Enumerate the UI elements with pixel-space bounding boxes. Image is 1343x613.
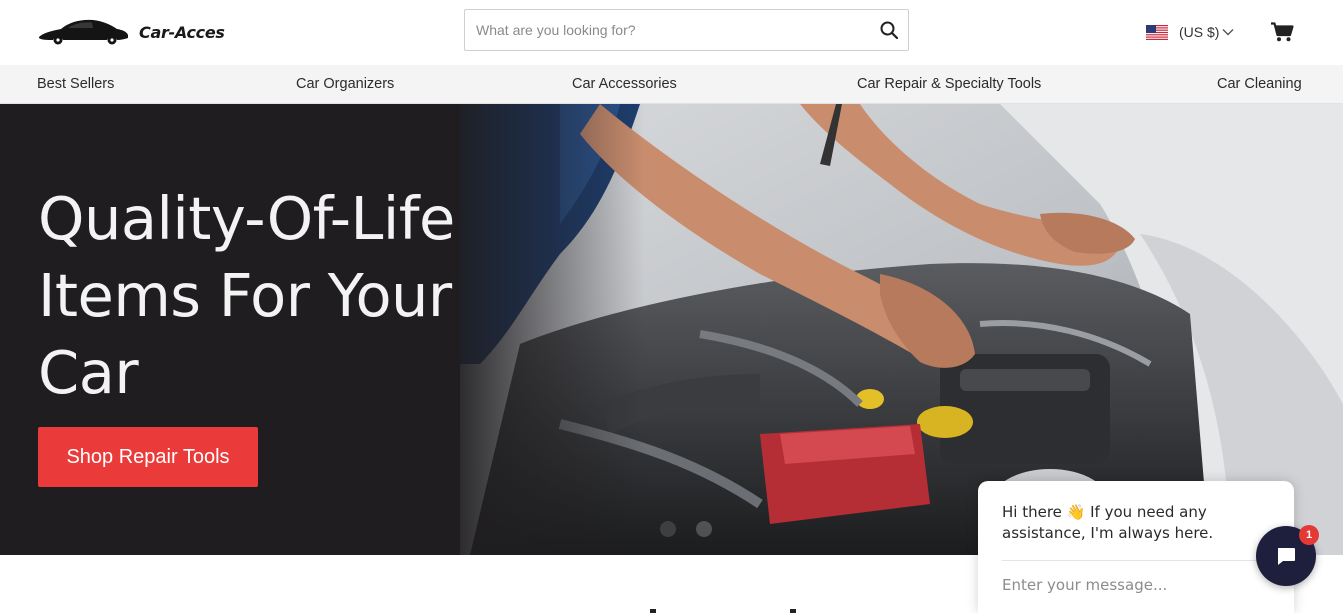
main-nav: Best Sellers Car Organizers Car Accessor… bbox=[0, 65, 1343, 104]
search-button[interactable] bbox=[878, 19, 900, 41]
chat-divider bbox=[1002, 560, 1260, 561]
cart-icon[interactable] bbox=[1270, 22, 1294, 42]
carousel-dot-1[interactable] bbox=[660, 521, 676, 537]
chat-widget: Hi there 👋 If you need any assistance, I… bbox=[978, 481, 1294, 613]
search-box bbox=[464, 9, 909, 51]
nav-item-car-organizers[interactable]: Car Organizers bbox=[296, 76, 394, 92]
chat-bubble-icon bbox=[1278, 548, 1295, 565]
site-header: Car-Acces (US $) bbox=[0, 0, 1343, 65]
chat-greeting: Hi there 👋 If you need any assistance, I… bbox=[1002, 503, 1214, 542]
chat-message-input[interactable] bbox=[1002, 573, 1252, 597]
nav-item-car-repair-tools[interactable]: Car Repair & Specialty Tools bbox=[857, 76, 1041, 92]
nav-item-best-sellers[interactable]: Best Sellers bbox=[37, 76, 114, 92]
car-silhouette-icon bbox=[39, 19, 128, 45]
hero-title: Quality-Of-Life Items For Your Car bbox=[38, 184, 455, 407]
unread-badge: 1 bbox=[1299, 525, 1319, 545]
carousel-pagination bbox=[660, 521, 712, 537]
search-icon bbox=[880, 21, 898, 39]
brand-name: Car-Acces bbox=[139, 22, 225, 42]
search-input[interactable] bbox=[465, 10, 865, 50]
currency-selector[interactable]: (US $) bbox=[1146, 22, 1234, 42]
currency-label: (US $) bbox=[1179, 24, 1220, 40]
nav-item-car-accessories[interactable]: Car Accessories bbox=[572, 76, 677, 92]
nav-item-car-cleaning[interactable]: Car Cleaning bbox=[1217, 76, 1302, 92]
section-heading-peek bbox=[650, 609, 796, 613]
carousel-dot-2[interactable] bbox=[696, 521, 712, 537]
shop-repair-tools-button[interactable]: Shop Repair Tools bbox=[38, 427, 258, 487]
us-flag-icon bbox=[1146, 24, 1168, 40]
chevron-down-icon bbox=[1222, 29, 1234, 36]
logo[interactable]: Car-Acces bbox=[37, 14, 225, 50]
